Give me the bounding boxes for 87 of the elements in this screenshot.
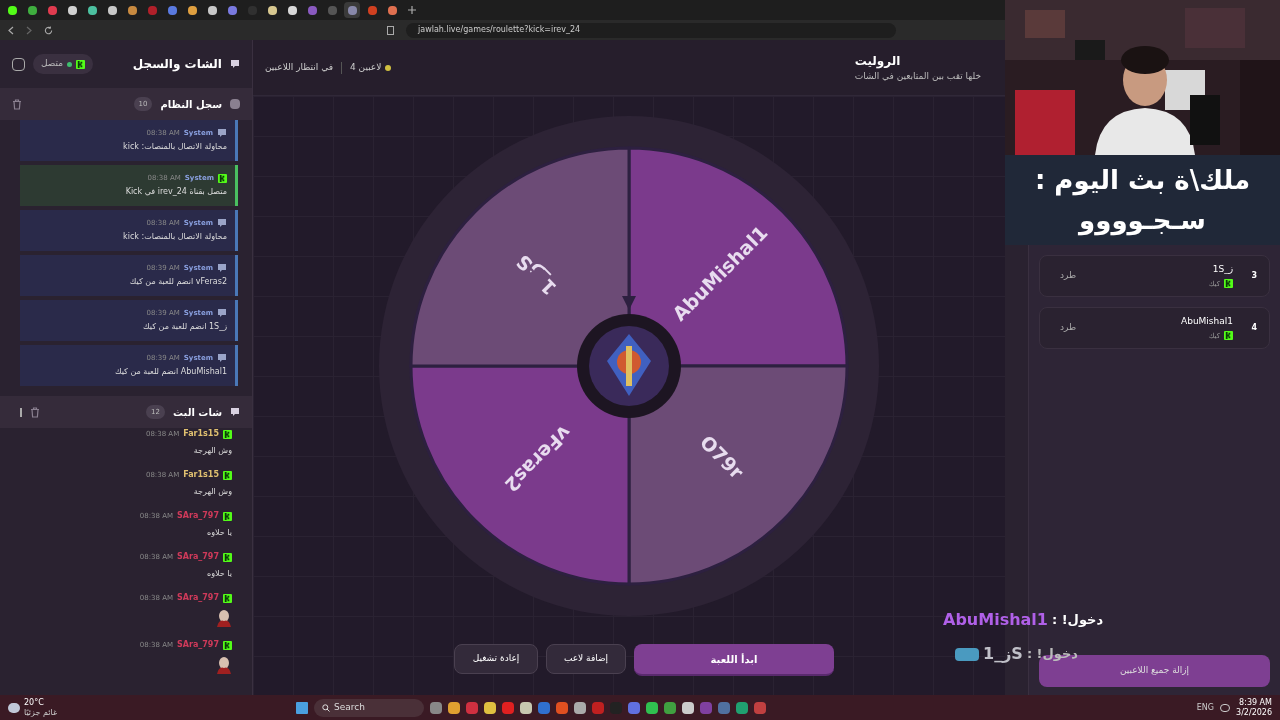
chat-username: Far1s15 xyxy=(183,469,219,481)
log-text: vFeras2 انضم للعبة من كيك xyxy=(128,276,227,289)
chat-icon xyxy=(217,308,227,318)
pointer-icon xyxy=(622,296,636,310)
kick-icon xyxy=(223,552,232,562)
alert-label: دخول! : xyxy=(1051,611,1104,630)
language-indicator[interactable]: ENG xyxy=(1196,701,1215,714)
kick-icon xyxy=(223,470,232,480)
app-icon[interactable] xyxy=(484,701,496,714)
section-title: سجل النظام xyxy=(160,97,222,112)
status-text: في انتظار اللاعبين xyxy=(265,60,333,74)
app-icon[interactable] xyxy=(520,701,532,714)
kick-icon xyxy=(223,593,232,603)
log-text: AbuMishal1 انضم للعبة من كيك xyxy=(113,366,227,379)
chat-icon xyxy=(230,59,240,69)
address-field[interactable]: jawlah.live/games/roulette?kick=irev_24 xyxy=(406,22,896,38)
player-name: AbuMishal1 xyxy=(1181,315,1233,328)
sidebar-title: الشات والسجل xyxy=(132,56,222,73)
start-icon[interactable] xyxy=(296,701,308,714)
app-icon[interactable] xyxy=(448,701,460,714)
kick-icon xyxy=(1224,279,1233,289)
app-icon[interactable] xyxy=(646,701,658,714)
kick-button[interactable]: طرد xyxy=(1060,321,1077,335)
section-title: شات البث xyxy=(173,405,222,420)
kick-icon xyxy=(218,173,227,183)
chat-icon xyxy=(217,128,227,138)
search-field[interactable]: Search xyxy=(314,698,424,717)
chat-message: يا حلاوه xyxy=(206,527,232,539)
app-icon[interactable] xyxy=(682,701,694,714)
clock-time: 8:39 AM xyxy=(1239,697,1272,708)
banner-text: سـجـوووو xyxy=(1079,204,1206,238)
search-placeholder: Search xyxy=(334,700,365,714)
page-title: الروليت xyxy=(854,52,901,70)
chat-username: SAra_797 xyxy=(177,551,219,563)
alert-username: AbuMishal1 xyxy=(943,609,1048,631)
log-text: محاولة الاتصال بالمنصات: kick xyxy=(122,231,227,244)
chat-username: SAra_797 xyxy=(177,639,219,651)
start-button[interactable]: ابدأ اللعبة xyxy=(634,644,834,676)
connection-badge: متصل xyxy=(33,54,94,74)
app-icon[interactable] xyxy=(736,701,748,714)
chat-message: وش الهرجة xyxy=(192,486,232,498)
reload-icon[interactable] xyxy=(44,25,53,35)
app-icon[interactable] xyxy=(556,701,568,714)
kick-icon xyxy=(223,429,232,439)
restart-button[interactable]: إعادة تشغيل xyxy=(454,644,538,674)
log-text: محاولة الاتصال بالمنصات: kick xyxy=(122,141,227,154)
kick-icon xyxy=(1224,331,1233,341)
back-icon[interactable] xyxy=(8,25,14,35)
chat-username: Far1s15 xyxy=(183,428,219,440)
alert-username: ز_1S xyxy=(983,643,1023,665)
segment-label: ز_1S xyxy=(511,250,561,300)
chat-message: وش الهرجة xyxy=(192,445,232,457)
weather-icon xyxy=(8,702,20,713)
chat-icon xyxy=(217,218,227,228)
kick-icon xyxy=(223,640,232,650)
player-number: 4 xyxy=(1250,322,1257,334)
chat-icon xyxy=(217,353,227,363)
chat-message: يا حلاوه xyxy=(206,568,232,580)
chat-username: SAra_797 xyxy=(177,592,219,604)
player-number: 3 xyxy=(1250,270,1257,282)
clock-date: 3/2/2026 xyxy=(1236,707,1272,718)
new-tab-icon[interactable] xyxy=(408,6,416,14)
app-icon[interactable] xyxy=(574,701,586,714)
log-text: ز_1S انضم للعبة من كيك xyxy=(142,321,227,334)
chat-username: SAra_797 xyxy=(177,510,219,522)
trash-icon[interactable] xyxy=(12,98,22,110)
chat-icon xyxy=(217,263,227,273)
forward-icon[interactable] xyxy=(26,25,32,35)
weather-text: غائم جزئيًا xyxy=(24,707,58,718)
kick-icon xyxy=(76,59,86,69)
temperature-text: 20°C xyxy=(24,697,45,708)
app-icon[interactable] xyxy=(664,701,676,714)
kick-icon xyxy=(223,511,232,521)
app-icon[interactable] xyxy=(430,701,442,714)
kick-button[interactable]: طرد xyxy=(1060,269,1077,283)
add-player-button[interactable]: إضافة لاعب xyxy=(546,644,626,674)
log-text: متصل بقناة irev_24 في Kick xyxy=(124,186,227,199)
bookmark-icon[interactable] xyxy=(387,25,394,35)
player-count: 4 لاعبين xyxy=(350,60,382,74)
player-name: ز_1S xyxy=(1212,263,1233,276)
page-subtitle: خلها تقب بين المتابعين في الشات xyxy=(854,69,981,83)
chat-icon xyxy=(230,407,240,417)
info-icon xyxy=(230,99,240,109)
banner-text: ملك\ة بث اليوم : xyxy=(1034,164,1251,198)
trash-icon[interactable] xyxy=(30,406,40,418)
collapse-icon[interactable] xyxy=(12,57,25,71)
search-icon xyxy=(322,703,330,712)
